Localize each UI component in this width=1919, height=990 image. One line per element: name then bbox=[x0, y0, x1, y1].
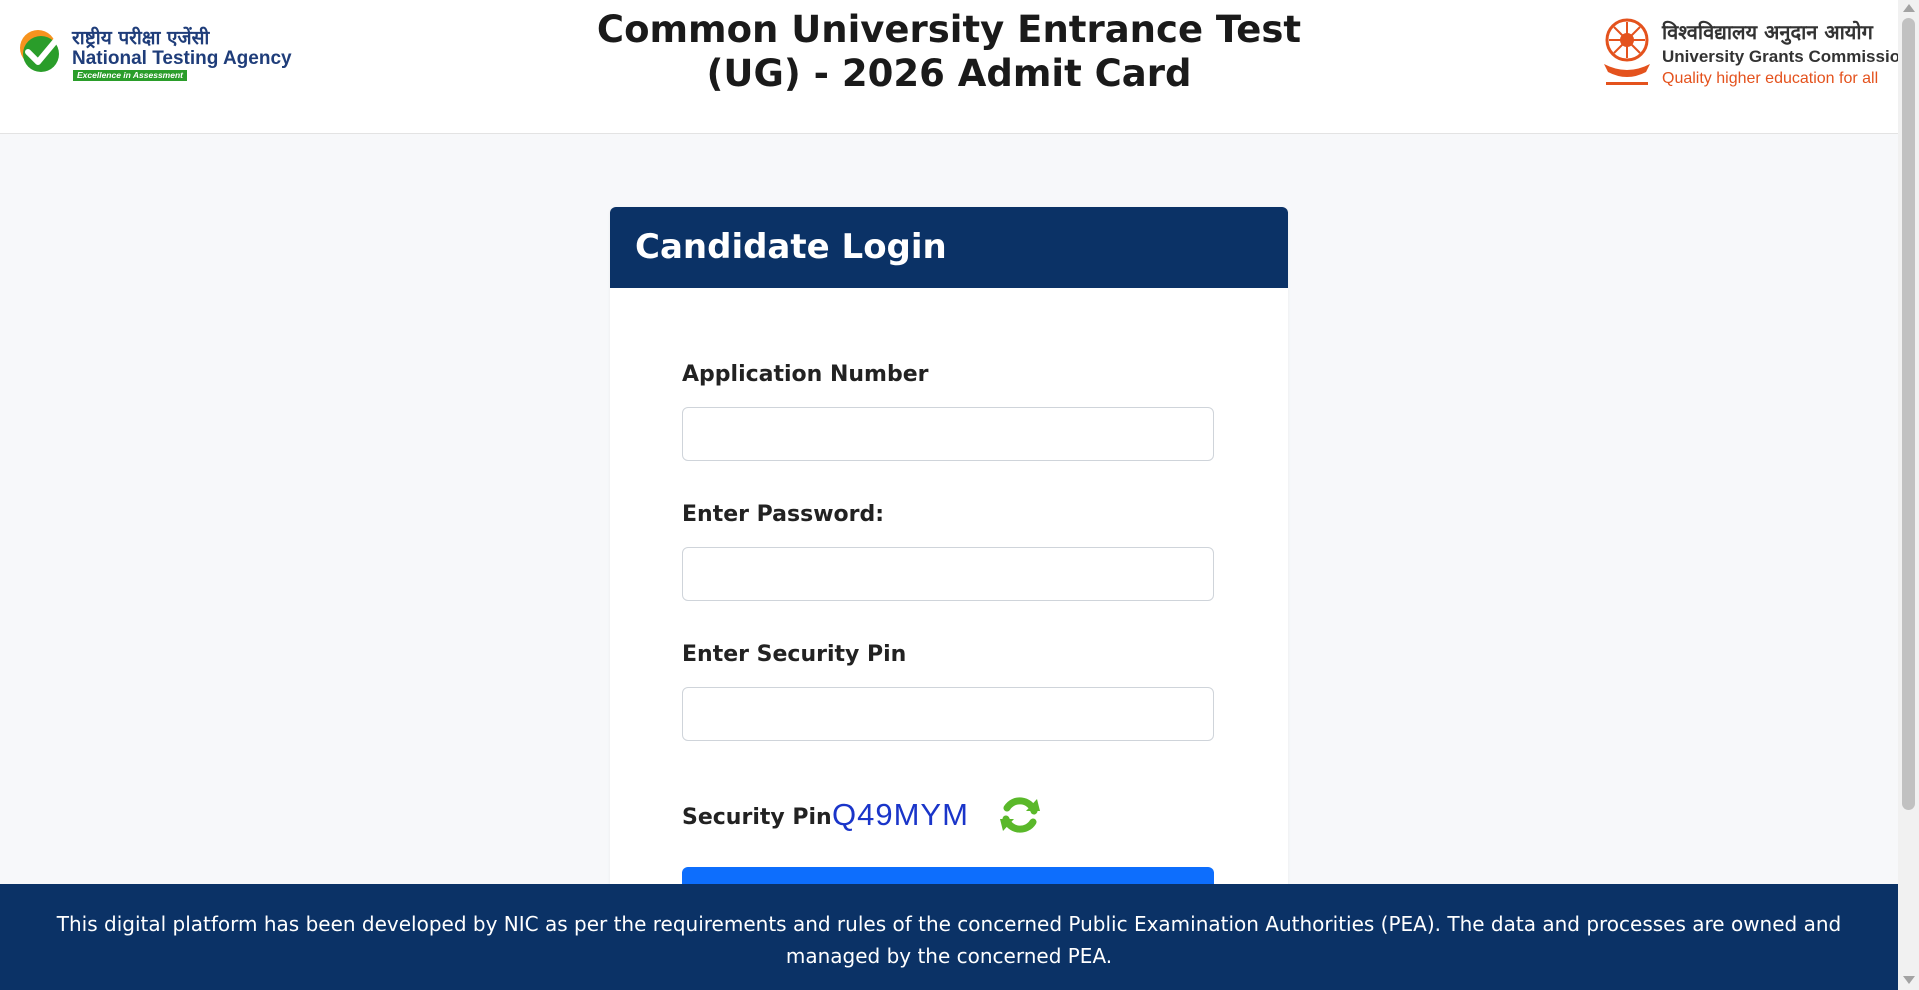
footer-notice: This digital platform has been developed… bbox=[0, 884, 1898, 990]
captcha-label: Security Pin bbox=[682, 805, 832, 830]
password-input[interactable] bbox=[682, 547, 1214, 601]
nta-hindi-name: राष्ट्रीय परीक्षा एजेंसी bbox=[72, 27, 210, 49]
login-heading: Candidate Login bbox=[610, 207, 1288, 288]
candidate-login-card: Candidate Login Application Number Enter… bbox=[610, 207, 1288, 907]
ugc-english-name: University Grants Commission bbox=[1662, 47, 1911, 66]
nta-logo[interactable]: राष्ट्रीय परीक्षा एजेंसी National Testin… bbox=[18, 22, 308, 84]
application-number-label: Application Number bbox=[682, 362, 929, 387]
ugc-tagline: Quality higher education for all bbox=[1662, 70, 1879, 87]
ugc-logo[interactable]: विश्वविद्यालय अनुदान आयोग University Gra… bbox=[1598, 14, 1910, 94]
nta-english-name: National Testing Agency bbox=[72, 48, 292, 69]
password-label: Enter Password: bbox=[682, 502, 885, 527]
captcha-image: Q49MYM bbox=[832, 797, 969, 832]
application-number-input[interactable] bbox=[682, 407, 1214, 461]
ugc-emblem-icon bbox=[1604, 18, 1650, 85]
nta-tagline: Excellence in Assessment bbox=[73, 70, 187, 81]
ugc-hindi-name: विश्वविद्यालय अनुदान आयोग bbox=[1662, 20, 1873, 44]
captcha-row: Security Pin Q49MYM bbox=[682, 791, 1214, 841]
footer-text: This digital platform has been developed… bbox=[56, 912, 1842, 968]
refresh-icon[interactable] bbox=[996, 791, 1044, 839]
scroll-thumb[interactable] bbox=[1902, 18, 1915, 810]
vertical-scrollbar[interactable] bbox=[1898, 0, 1919, 990]
page-header: राष्ट्रीय परीक्षा एजेंसी National Testin… bbox=[0, 0, 1910, 134]
security-pin-input[interactable] bbox=[682, 687, 1214, 741]
nta-checkmark-icon bbox=[20, 30, 61, 72]
scroll-down-arrow-icon[interactable] bbox=[1903, 976, 1915, 984]
security-pin-input-label: Enter Security Pin bbox=[682, 642, 907, 667]
scroll-up-arrow-icon[interactable] bbox=[1903, 4, 1915, 12]
page-title: Common University Entrance Test (UG) - 2… bbox=[596, 8, 1302, 95]
